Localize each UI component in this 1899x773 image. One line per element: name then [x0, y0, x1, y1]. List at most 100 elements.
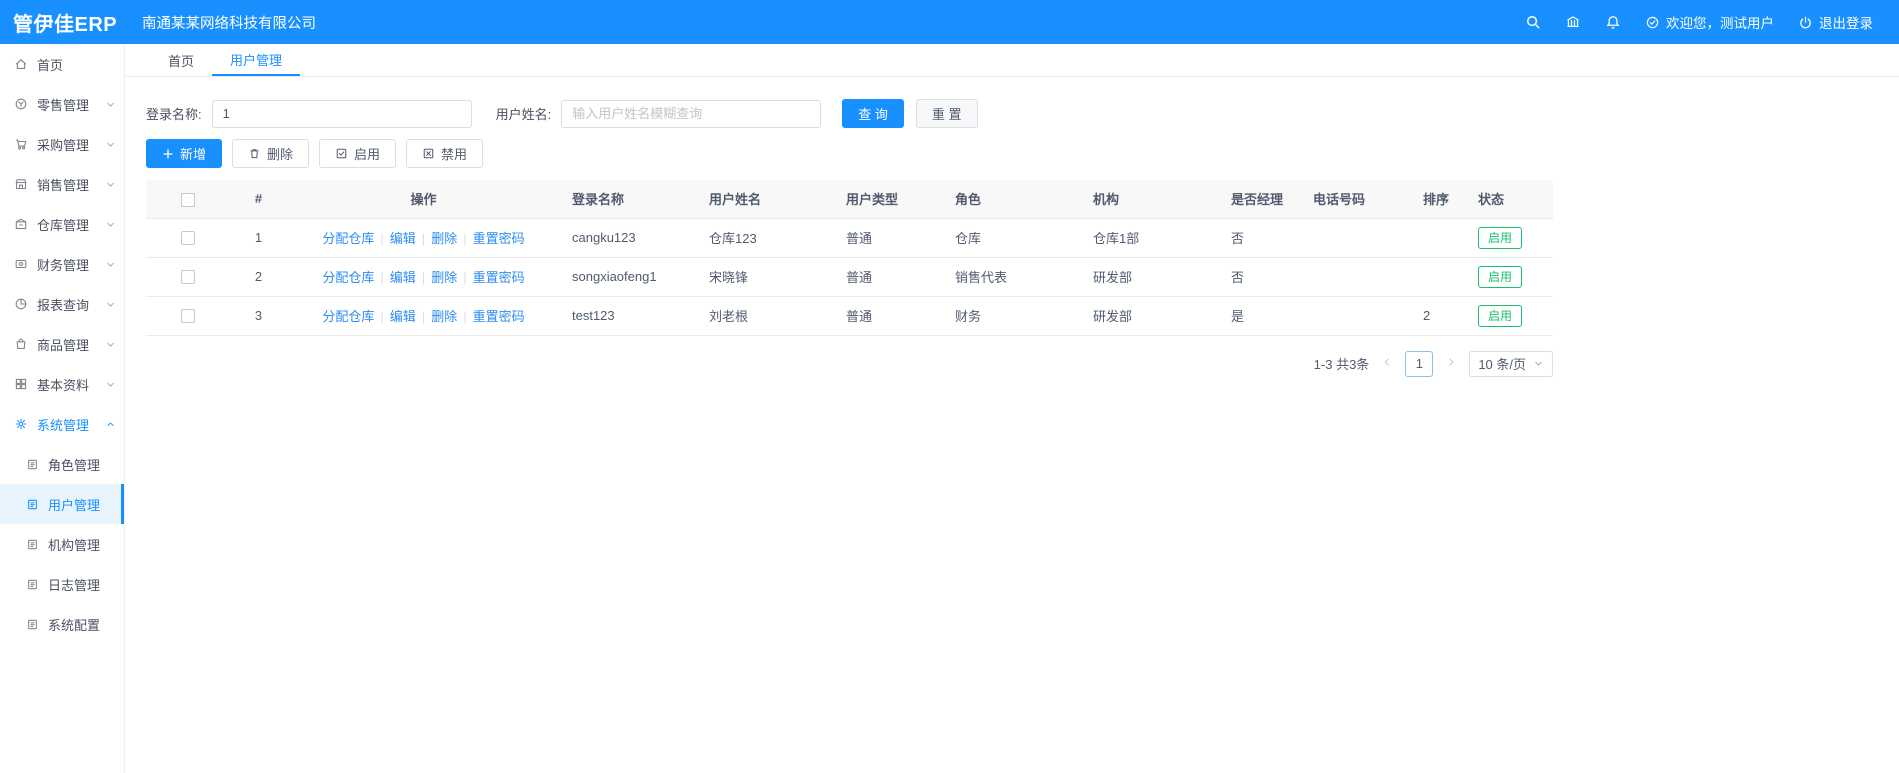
row-index: 1	[230, 218, 287, 258]
tab-home[interactable]: 首页	[150, 44, 212, 76]
delete-button[interactable]: 删除	[232, 139, 310, 168]
chevron-down-icon	[105, 339, 116, 350]
sidebar-item-finance[interactable]: 财务管理	[0, 244, 124, 284]
page-size-value: 10 条/页	[1478, 357, 1526, 372]
column-header: 排序	[1411, 180, 1466, 219]
sidebar-item-label: 销售管理	[37, 177, 90, 193]
next-page-button[interactable]	[1445, 356, 1457, 371]
action-link-assign-warehouse[interactable]: 分配仓库	[322, 231, 374, 246]
disable-button[interactable]: 禁用	[406, 139, 484, 168]
row-checkbox[interactable]	[181, 231, 195, 246]
sidebar-item-label: 基本资料	[37, 377, 90, 393]
sidebar-subitem-log[interactable]: 日志管理	[0, 564, 124, 604]
trash-icon	[248, 147, 261, 160]
sidebar-subitem-config[interactable]: 系统配置	[0, 604, 124, 644]
sidebar-item-product[interactable]: 商品管理	[0, 324, 124, 364]
cell-status: 启用	[1466, 257, 1553, 297]
sidebar-subitem-label: 角色管理	[48, 457, 101, 473]
cell-role: 财务	[943, 296, 1081, 336]
select-all-checkbox[interactable]	[181, 192, 195, 207]
sidebar-item-purchase[interactable]: 采购管理	[0, 124, 124, 164]
table-row: 2 分配仓库 | 编辑 | 删除 | 重置密码 songxiaofeng1 宋晓锋 普通 销售代表 研发…	[146, 257, 1553, 297]
sidebar-item-label: 首页	[37, 57, 64, 73]
page-number[interactable]: 1	[1405, 350, 1434, 377]
add-button[interactable]: 新增	[146, 139, 223, 168]
chevron-down-icon	[105, 259, 116, 270]
bell-icon[interactable]	[1605, 14, 1621, 30]
sidebar-item-system[interactable]: 系统管理	[0, 404, 124, 444]
product-icon	[14, 337, 28, 351]
plus-icon	[162, 148, 174, 160]
cell-user-type: 普通	[834, 218, 943, 258]
sidebar-item-sales[interactable]: 销售管理	[0, 164, 124, 204]
user-name-input[interactable]	[561, 99, 822, 128]
action-separator: |	[421, 231, 426, 246]
sidebar-item-report[interactable]: 报表查询	[0, 284, 124, 324]
action-link-reset-password[interactable]: 重置密码	[473, 309, 525, 324]
action-link-delete[interactable]: 删除	[431, 270, 457, 285]
search-icon[interactable]	[1525, 14, 1541, 30]
chevron-right-icon	[1445, 356, 1457, 371]
sidebar-item-label: 系统管理	[37, 417, 90, 433]
action-link-edit[interactable]: 编辑	[390, 270, 416, 285]
action-link-delete[interactable]: 删除	[431, 309, 457, 324]
query-button[interactable]: 查 询	[842, 99, 904, 128]
pagination-total: 1-3 共3条	[1313, 357, 1370, 372]
column-header: 用户姓名	[697, 180, 834, 219]
enable-button[interactable]: 启用	[319, 139, 397, 168]
warehouse-icon	[14, 217, 28, 231]
row-checkbox[interactable]	[181, 270, 195, 285]
sidebar-item-warehouse[interactable]: 仓库管理	[0, 204, 124, 244]
power-icon	[1798, 15, 1813, 30]
enable-label: 启用	[354, 147, 381, 162]
login-name-input[interactable]	[211, 99, 472, 128]
doc-icon	[26, 458, 39, 471]
sidebar-subitem-label: 机构管理	[48, 537, 101, 553]
chevron-down-icon	[105, 179, 116, 190]
action-separator: |	[463, 309, 467, 324]
top-header: 管伊佳ERP 南通某某网络科技有限公司 欢迎您，测试用户 退出登录	[0, 0, 1899, 44]
sidebar-subitem-label: 日志管理	[48, 577, 101, 593]
sidebar-subitem-user[interactable]: 用户管理	[0, 484, 124, 524]
action-separator: |	[380, 270, 384, 285]
row-index: 3	[230, 296, 287, 336]
cell-is-manager: 否	[1219, 218, 1301, 258]
action-link-assign-warehouse[interactable]: 分配仓库	[322, 270, 374, 285]
cell-user-type: 普通	[834, 296, 943, 336]
action-link-edit[interactable]: 编辑	[390, 309, 416, 324]
cell-is-manager: 是	[1219, 296, 1301, 336]
chevron-down-icon	[105, 299, 116, 310]
row-checkbox[interactable]	[181, 309, 195, 324]
reset-button[interactable]: 重 置	[915, 99, 978, 128]
tab-user-management[interactable]: 用户管理	[212, 44, 301, 76]
sidebar-item-home[interactable]: 首页	[0, 44, 124, 84]
column-header: 电话号码	[1301, 180, 1411, 219]
cell-org: 仓库1部	[1081, 218, 1219, 258]
action-link-edit[interactable]: 编辑	[390, 231, 416, 246]
action-separator: |	[421, 309, 426, 324]
chevron-down-icon	[105, 99, 116, 110]
prev-page-button[interactable]	[1381, 356, 1393, 371]
row-index: 2	[230, 257, 287, 297]
app-logo[interactable]: 管伊佳ERP	[0, 8, 125, 37]
cell-status: 启用	[1466, 296, 1553, 336]
sidebar-item-label: 采购管理	[37, 137, 90, 153]
sidebar-item-label: 商品管理	[37, 337, 90, 353]
sidebar-subitem-role[interactable]: 角色管理	[0, 444, 124, 484]
table-row: 1 分配仓库 | 编辑 | 删除 | 重置密码 cangku123 仓库123 普通 仓库 仓库1部否 启…	[146, 218, 1553, 258]
page-size-select[interactable]: 10 条/页	[1469, 350, 1553, 377]
welcome-user[interactable]: 欢迎您，测试用户	[1645, 12, 1774, 32]
action-link-reset-password[interactable]: 重置密码	[473, 231, 525, 246]
sidebar-item-retail[interactable]: 零售管理	[0, 84, 124, 124]
chevron-down-icon	[105, 379, 116, 390]
action-separator: |	[380, 309, 384, 324]
logout-button[interactable]: 退出登录	[1798, 12, 1873, 32]
sidebar-item-label: 财务管理	[37, 257, 90, 273]
action-link-assign-warehouse[interactable]: 分配仓库	[322, 309, 374, 324]
sidebar-item-basic[interactable]: 基本资料	[0, 364, 124, 404]
sidebar-subitem-org[interactable]: 机构管理	[0, 524, 124, 564]
action-link-reset-password[interactable]: 重置密码	[473, 270, 525, 285]
action-link-delete[interactable]: 删除	[431, 231, 457, 246]
content: 登录名称: 用户姓名: 查 询 重 置 新增 删除 启用	[125, 77, 1557, 377]
bank-icon[interactable]	[1565, 14, 1581, 30]
